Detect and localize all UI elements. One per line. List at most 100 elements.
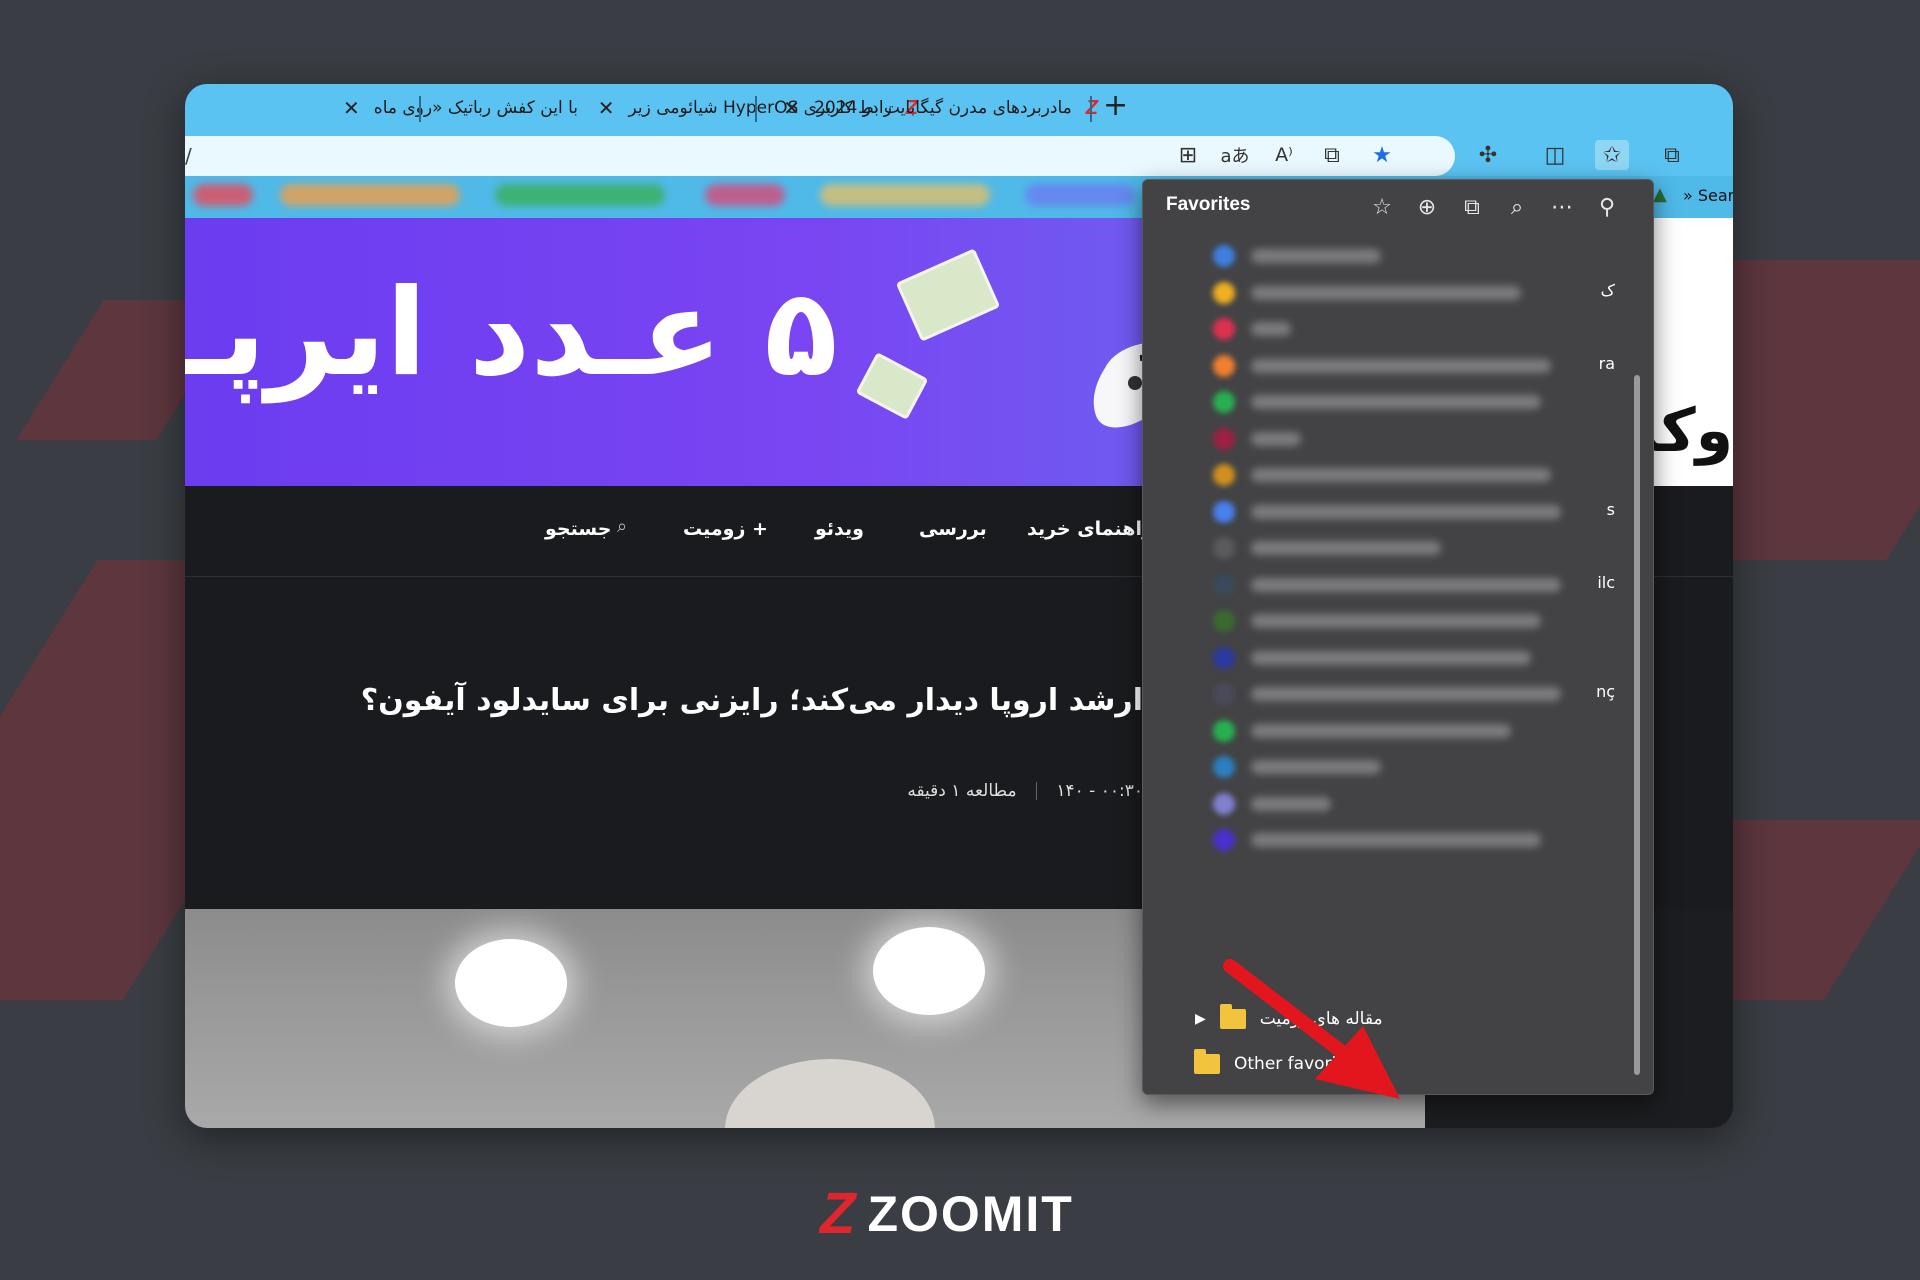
favorite-item[interactable] [1213, 642, 1623, 672]
favorite-edge-text: ک [1600, 280, 1615, 300]
graduation-cap-icon: ▲ [1653, 184, 1667, 205]
favicon [1213, 683, 1235, 705]
tab-title: مادربردهای مدرن گیگابایت در 2024 [814, 98, 1072, 118]
favicon [1213, 646, 1235, 669]
favicon [1213, 391, 1235, 413]
blurred-favorite[interactable] [193, 184, 253, 206]
favorite-item[interactable] [1213, 715, 1623, 745]
new-tab-button[interactable]: + [1103, 88, 1128, 123]
favorite-item[interactable] [1213, 532, 1623, 562]
favicon [1213, 829, 1235, 851]
favorite-item[interactable]: nç [1213, 678, 1623, 708]
blurred-favorite[interactable] [1025, 184, 1135, 206]
blurred-title [1251, 723, 1511, 738]
favorite-item[interactable] [1213, 751, 1623, 781]
favorites-bar-overflow[interactable]: » Sear [1683, 186, 1733, 205]
tab-title: با این کفش رباتیک «روی ماه [373, 98, 578, 118]
blurred-title [1251, 796, 1331, 811]
blurred-title [1251, 541, 1441, 555]
favorite-item[interactable]: ra [1213, 350, 1623, 380]
money-bill-image [855, 352, 929, 420]
search-favorites-icon[interactable]: ⌕ [1500, 190, 1534, 224]
blurred-favorite[interactable] [820, 184, 990, 206]
toolbar: / ⊞ aあ A⁾ ⧉ ★ ✣ ◫ ✩ ⧉ [185, 132, 1733, 176]
nav-video[interactable]: ویدئو [815, 518, 864, 540]
blurred-favorite[interactable] [280, 184, 460, 206]
favorite-edge-text: nç [1596, 682, 1615, 701]
favorite-item[interactable]: s [1213, 496, 1623, 526]
manage-favorites-icon[interactable]: ⧉ [1455, 190, 1489, 224]
favorite-item[interactable] [1213, 386, 1623, 416]
read-aloud-icon[interactable]: A⁾ [1267, 140, 1301, 170]
blurred-title [1251, 249, 1381, 263]
favorite-item[interactable] [1213, 788, 1623, 818]
article-read-time: مطالعه ۱ دقیقه [907, 781, 1017, 801]
apps-icon[interactable]: ⊞ [1171, 140, 1205, 170]
more-options-icon[interactable]: ⋯ [1545, 190, 1579, 224]
money-bill-image [895, 248, 1001, 342]
tab-separator [1090, 96, 1092, 122]
extensions-icon[interactable]: ✣ [1471, 140, 1505, 170]
favorite-item[interactable] [1213, 824, 1623, 854]
translate-icon[interactable]: aあ [1218, 140, 1252, 170]
expand-caret-icon[interactable]: ▶ [1195, 1011, 1206, 1027]
split-screen-icon[interactable]: ◫ [1538, 140, 1572, 170]
favorites-icon[interactable]: ✩ [1595, 140, 1629, 170]
add-folder-icon[interactable]: ⊕ [1410, 190, 1444, 224]
favicon [1213, 354, 1235, 377]
add-favorite-icon[interactable]: ☆ [1365, 190, 1399, 224]
red-arrow-annotation [1223, 959, 1400, 1099]
favorite-item[interactable]: ک [1213, 277, 1623, 307]
search-icon[interactable]: ⌕ [617, 516, 627, 537]
blurred-title [1251, 322, 1291, 336]
ceiling-light [455, 939, 567, 1027]
favorites-scrollbar[interactable] [1634, 375, 1640, 1075]
favorite-item[interactable] [1213, 605, 1623, 635]
ceiling-light [873, 927, 985, 1015]
favorite-item[interactable] [1213, 240, 1623, 270]
blurred-title [1251, 285, 1521, 300]
close-icon[interactable]: ✕ [598, 96, 615, 120]
article-title[interactable]: ارشد اروپا دیدار می‌کند؛ رایزنی برای سای… [361, 683, 1143, 718]
nav-zoomit-plus[interactable]: + زومیت [683, 518, 768, 540]
favicon [1213, 318, 1235, 340]
favicon [1213, 756, 1235, 778]
url-text: / [185, 144, 192, 168]
zoomit-logo: Z ZOOMIT [820, 1185, 1074, 1243]
zoomit-logo-word: ZOOMIT [867, 1186, 1074, 1242]
browser-window: با این کفش رباتیک «روی ماه ✕ Z رابط کارب… [185, 84, 1733, 1128]
pin-icon[interactable]: ⚲ [1590, 190, 1624, 224]
favorite-item[interactable] [1213, 423, 1623, 453]
favorite-star-icon[interactable]: ★ [1365, 140, 1399, 170]
favicon [1213, 464, 1235, 486]
favorite-item[interactable] [1213, 459, 1623, 489]
blurred-title [1251, 833, 1541, 847]
favorite-edge-text: ra [1598, 353, 1615, 373]
favorite-item[interactable] [1213, 313, 1623, 343]
favicon [1213, 500, 1235, 523]
blurred-title [1251, 504, 1561, 519]
tab-separator [419, 96, 421, 122]
blurred-title [1251, 650, 1531, 665]
article-meta: ۰۰:۳۰ - ۱۴۰ مطالعه ۱ دقیقه [907, 781, 1143, 801]
favicon [1213, 281, 1235, 304]
reader-mode-icon[interactable]: ⧉ [1315, 140, 1349, 170]
collections-icon[interactable]: ⧉ [1655, 140, 1689, 170]
favicon [1213, 792, 1235, 815]
blurred-title [1251, 760, 1381, 774]
blurred-favorite[interactable] [495, 184, 665, 206]
blurred-favorite[interactable] [705, 184, 785, 206]
person-head [725, 1059, 935, 1128]
tab-robotic-shoe[interactable]: با این کفش رباتیک «روی ماه ✕ [343, 92, 578, 124]
favorite-item[interactable]: ilc [1213, 569, 1623, 599]
close-icon[interactable]: ✕ [343, 96, 360, 120]
nav-review[interactable]: بررسی [919, 518, 987, 540]
blurred-title [1251, 577, 1561, 592]
favorites-panel-title: Favorites [1166, 194, 1251, 215]
tab-gigabyte[interactable]: Z مادربردهای مدرن گیگابایت در 2024 ✕ [783, 92, 1098, 124]
nav-buying-guide[interactable]: راهنمای خرید [1027, 518, 1153, 540]
close-icon[interactable]: ✕ [783, 96, 800, 120]
banner-text: ۵ عـدد ایرپـ [185, 264, 838, 403]
nav-search[interactable]: جستجو [545, 518, 611, 540]
address-bar[interactable]: / ⊞ aあ A⁾ ⧉ ★ [185, 136, 1455, 176]
